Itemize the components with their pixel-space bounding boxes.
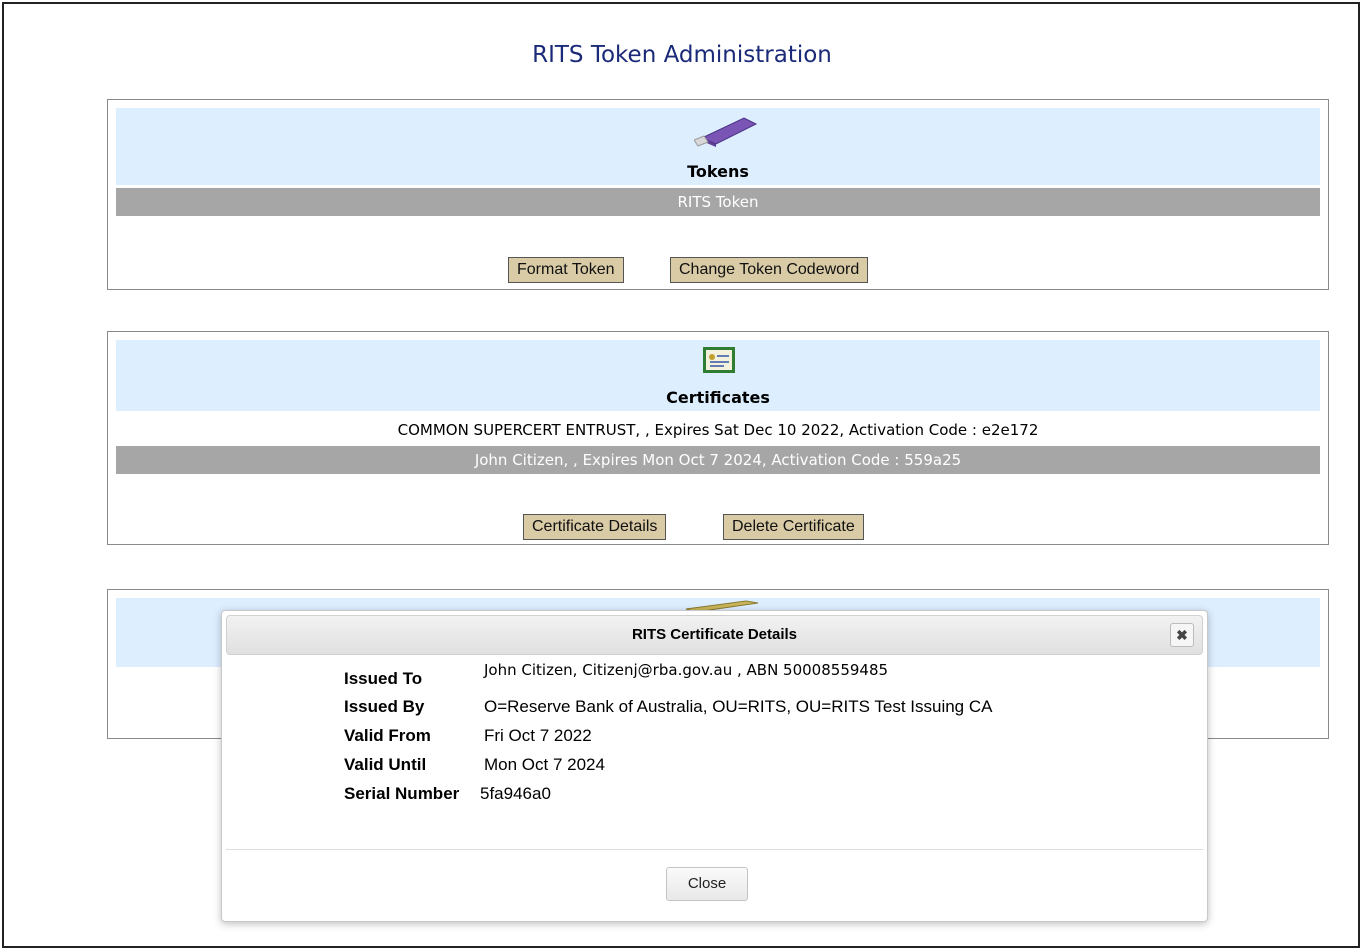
issued-to-value: John Citizen, Citizenj@rba.gov.au , ABN … bbox=[484, 661, 889, 679]
tokens-panel: Tokens RITS Token Format Token Change To… bbox=[107, 99, 1329, 290]
valid-until-label: Valid Until bbox=[344, 755, 427, 774]
issued-by-label: Issued By bbox=[344, 697, 425, 716]
certificate-details-dialog: RITS Certificate Details ✖ Issued To Joh… bbox=[221, 610, 1208, 922]
close-icon[interactable]: ✖ bbox=[1170, 623, 1194, 647]
page-title: RITS Token Administration bbox=[532, 42, 832, 68]
change-token-codeword-button[interactable]: Change Token Codeword bbox=[670, 257, 869, 283]
issued-by-value: O=Reserve Bank of Australia, OU=RITS, OU… bbox=[484, 697, 993, 716]
close-button[interactable]: Close bbox=[666, 867, 748, 901]
certificate-details-button[interactable]: Certificate Details bbox=[523, 514, 667, 540]
token-row-rits[interactable]: RITS Token bbox=[116, 188, 1320, 216]
dialog-divider bbox=[226, 849, 1203, 850]
serial-number-value: 5fa946a0 bbox=[480, 784, 551, 803]
format-token-button[interactable]: Format Token bbox=[508, 257, 624, 283]
certificate-row-john-citizen[interactable]: John Citizen, , Expires Mon Oct 7 2024, … bbox=[116, 446, 1320, 474]
valid-from-label: Valid From bbox=[344, 726, 431, 745]
usb-token-icon bbox=[693, 112, 760, 152]
tokens-panel-header: Tokens bbox=[116, 108, 1320, 185]
issued-to-label: Issued To bbox=[344, 669, 423, 688]
valid-from-value: Fri Oct 7 2022 bbox=[484, 726, 592, 745]
certificates-title: Certificates bbox=[666, 388, 770, 407]
certificate-icon bbox=[702, 346, 736, 378]
serial-number-label: Serial Number bbox=[344, 784, 460, 803]
valid-until-value: Mon Oct 7 2024 bbox=[484, 755, 605, 774]
dialog-titlebar: RITS Certificate Details ✖ bbox=[226, 615, 1203, 655]
delete-certificate-button[interactable]: Delete Certificate bbox=[723, 514, 864, 540]
dialog-title: RITS Certificate Details bbox=[631, 626, 798, 643]
certificates-panel-header: Certificates bbox=[116, 340, 1320, 411]
certificate-row-supercert[interactable]: COMMON SUPERCERT ENTRUST, , Expires Sat … bbox=[116, 416, 1320, 444]
certificates-panel: Certificates COMMON SUPERCERT ENTRUST, ,… bbox=[107, 331, 1329, 545]
tokens-title: Tokens bbox=[687, 162, 749, 181]
